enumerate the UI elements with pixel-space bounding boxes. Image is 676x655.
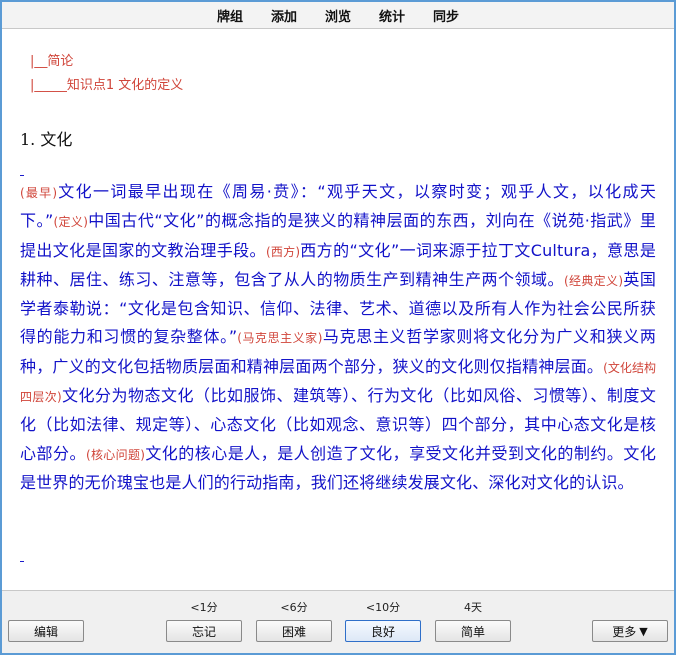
app-window: 牌组 添加 浏览 统计 同步 |__简论 |_____知识点1 文化的定义 1.… xyxy=(0,0,676,655)
section-tag: (西方) xyxy=(265,244,301,259)
interval-good: <10分 xyxy=(365,601,401,614)
paragraph-end-marker xyxy=(20,561,24,562)
top-menu-bar: 牌组 添加 浏览 统计 同步 xyxy=(2,2,674,29)
easy-button[interactable]: 简单 xyxy=(435,620,511,642)
again-button[interactable]: 忘记 xyxy=(166,620,242,642)
review-bottom-bar: 编辑 <1分 <6分 <10分 4天 忘记 困难 良好 简单 更多 ▼ xyxy=(2,590,674,653)
paragraph-start-marker xyxy=(20,175,24,176)
menu-sync[interactable]: 同步 xyxy=(432,6,460,25)
section-tag: (马克思主义家) xyxy=(237,331,323,346)
menu-browse[interactable]: 浏览 xyxy=(324,6,352,25)
menu-add[interactable]: 添加 xyxy=(270,6,298,25)
hard-button[interactable]: 困难 xyxy=(256,620,332,642)
breadcrumb-level-2: |_____知识点1 文化的定义 xyxy=(30,78,184,93)
section-tag: (经典定义) xyxy=(563,273,624,288)
breadcrumb-level-1: |__简论 xyxy=(30,54,74,69)
menu-stats[interactable]: 统计 xyxy=(378,6,406,25)
interval-hard: <6分 xyxy=(280,601,308,614)
answer-paragraph: (最早)文化一词最早出现在《周易·贲》：“观乎天文，以察时变；观乎人文，以化成天… xyxy=(20,178,656,497)
section-title: 1. 文化 xyxy=(20,130,73,149)
more-button[interactable]: 更多 ▼ xyxy=(592,620,668,642)
section-tag: (核心问题) xyxy=(85,447,145,462)
card-content: |__简论 |_____知识点1 文化的定义 1. 文化 (最早)文化一词最早出… xyxy=(2,30,674,590)
menu-decks[interactable]: 牌组 xyxy=(216,6,244,25)
section-tag: (最早) xyxy=(20,186,58,200)
good-button[interactable]: 良好 xyxy=(345,620,421,642)
interval-easy: 4天 xyxy=(464,601,482,614)
section-tag: (定义) xyxy=(53,215,88,230)
chevron-down-icon: ▼ xyxy=(639,624,648,638)
more-label: 更多 xyxy=(612,624,637,639)
interval-again: <1分 xyxy=(190,601,218,614)
edit-button[interactable]: 编辑 xyxy=(8,620,84,642)
breadcrumb: |__简论 |_____知识点1 文化的定义 xyxy=(30,50,183,98)
